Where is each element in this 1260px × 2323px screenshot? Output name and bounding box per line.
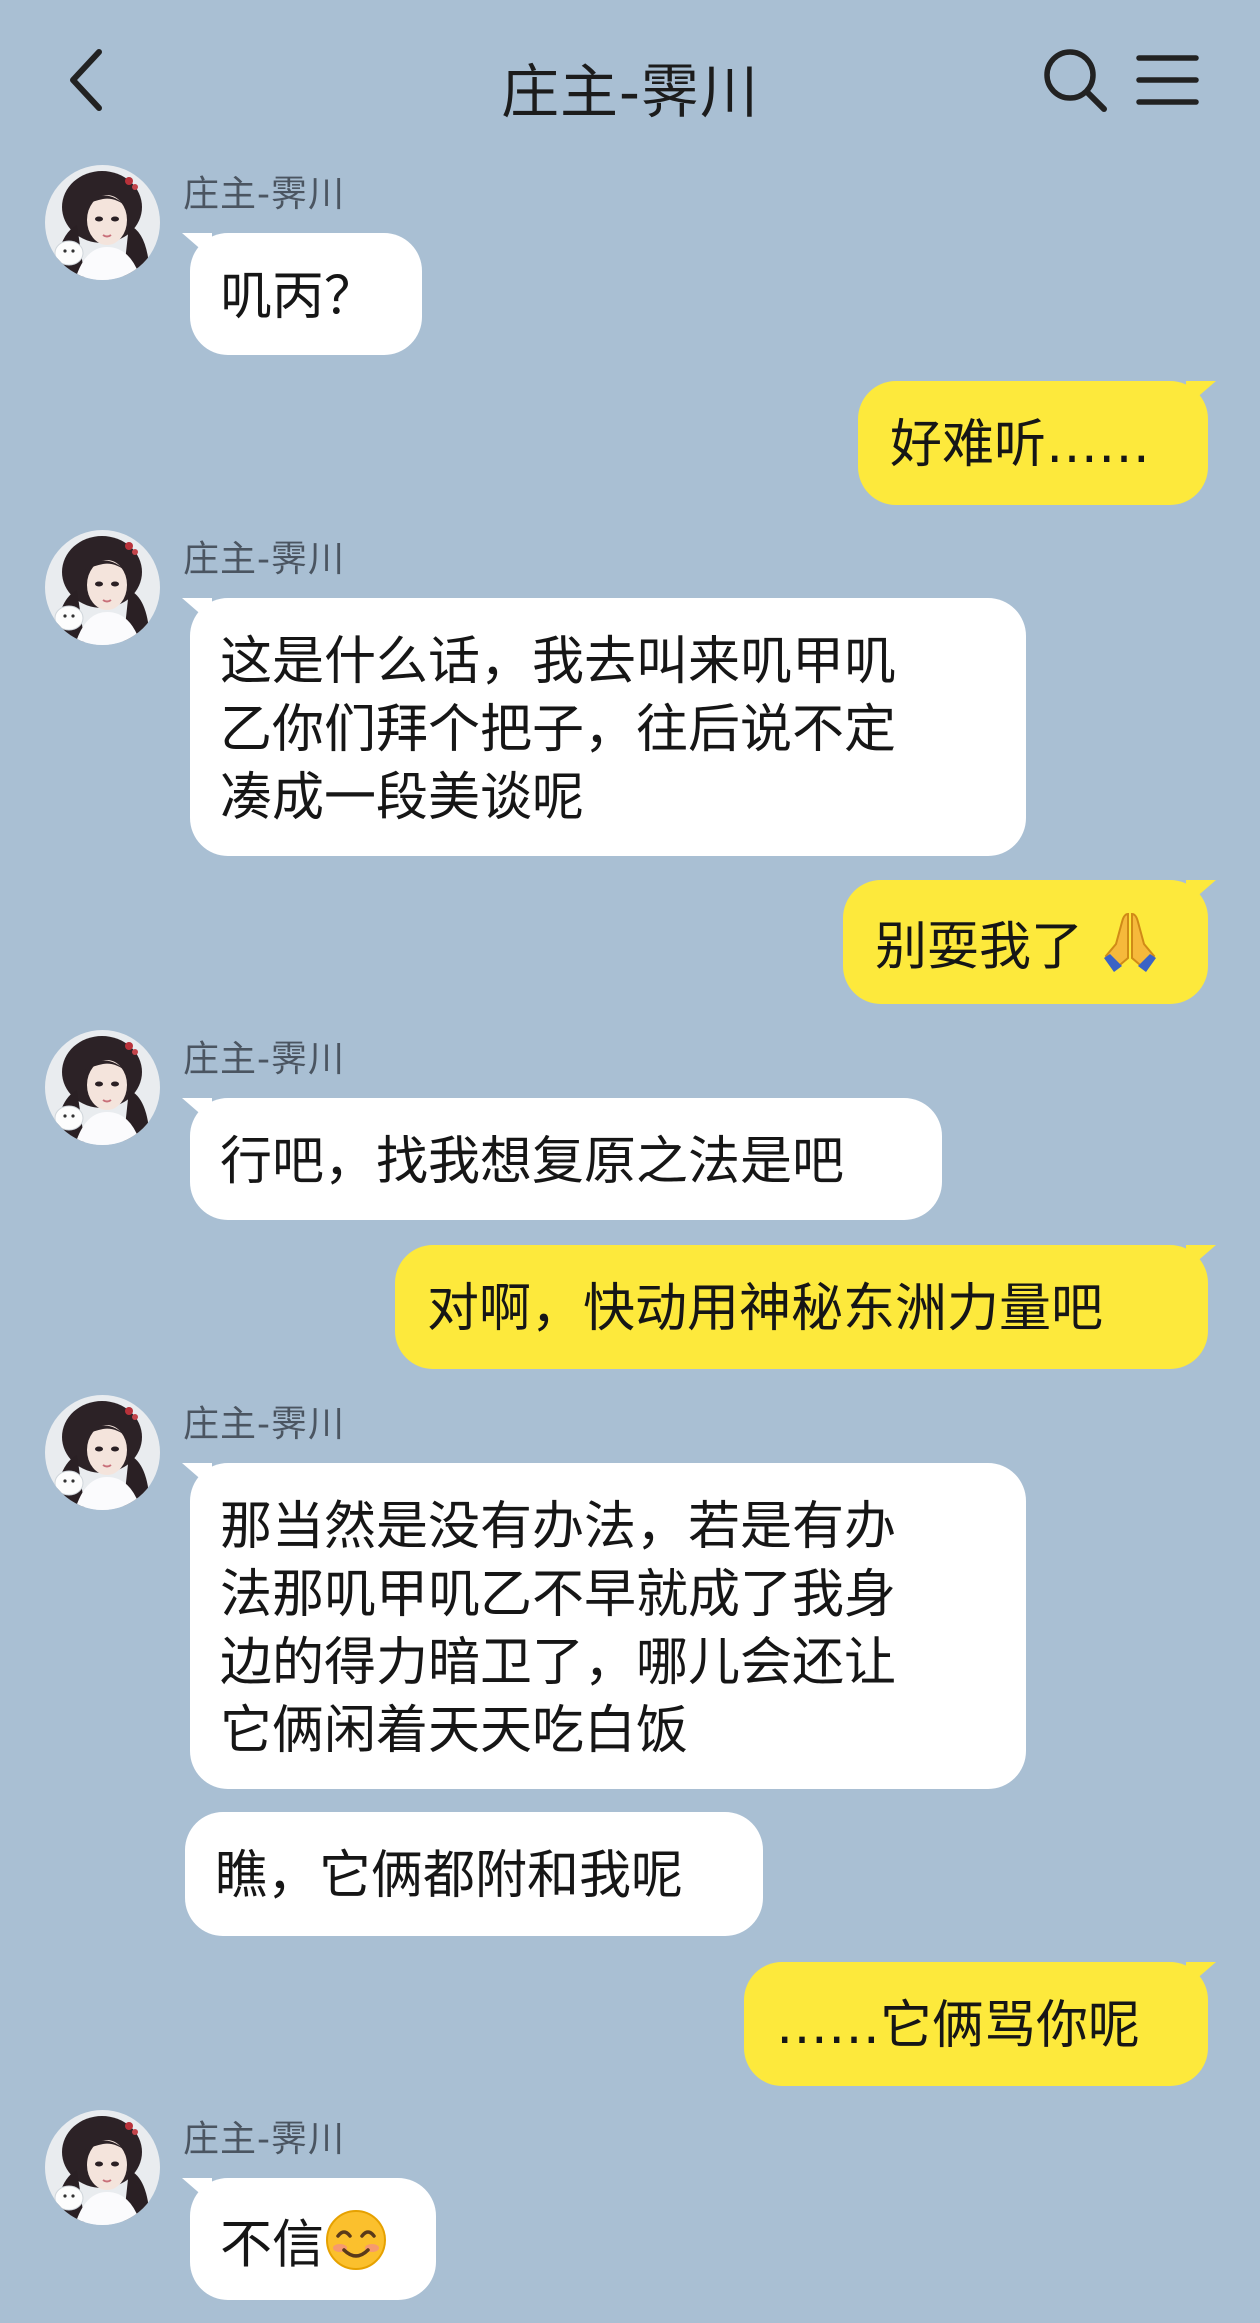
avatar-image xyxy=(45,165,160,280)
sender-name: 庄主-霁川 xyxy=(183,1404,345,1445)
search-button[interactable] xyxy=(1040,45,1110,115)
sender-name: 庄主-霁川 xyxy=(183,2119,345,2160)
message-bubble[interactable]: 那当然是没有办法，若是有办 法那叽甲叽乙不早就成了我身 边的得力暗卫了，哪儿会还… xyxy=(190,1463,1026,1789)
avatar[interactable] xyxy=(45,1030,160,1145)
message-bubble[interactable]: ……它俩骂你呢 xyxy=(744,1962,1208,2086)
message-bubble[interactable]: 这是什么话，我去叫来叽甲叽 乙你们拜个把子，往后说不定 凑成一段美谈呢 xyxy=(190,598,1026,856)
message-bubble[interactable]: 行吧，找我想复原之法是吧 xyxy=(190,1098,942,1220)
message-bubble[interactable]: 对啊，快动用神秘东洲力量吧 xyxy=(395,1245,1208,1369)
smiling-face-emoji xyxy=(324,2208,388,2289)
avatar-image xyxy=(45,530,160,645)
message-text: 别耍我了 xyxy=(875,917,1084,978)
message-bubble[interactable]: 叽丙？ xyxy=(190,233,422,355)
sender-name: 庄主-霁川 xyxy=(183,174,345,215)
message-bubble[interactable]: 好难听…… xyxy=(858,381,1208,505)
avatar[interactable] xyxy=(45,530,160,645)
search-icon xyxy=(1044,49,1107,112)
folded-hands-emoji xyxy=(1100,910,1160,991)
avatar-image xyxy=(45,2110,160,2225)
avatar[interactable] xyxy=(45,1395,160,1510)
avatar-image xyxy=(45,1030,160,1145)
back-button[interactable] xyxy=(55,40,115,120)
avatar[interactable] xyxy=(45,165,160,280)
chevron-left-icon xyxy=(70,49,102,111)
menu-icon xyxy=(1136,55,1199,105)
message-bubble[interactable]: 别耍我了 xyxy=(843,880,1208,1004)
avatar-image xyxy=(45,1395,160,1510)
message-bubble[interactable]: 瞧，它俩都附和我呢 xyxy=(185,1812,763,1936)
avatar[interactable] xyxy=(45,2110,160,2225)
chat-header: 庄主-霁川 xyxy=(0,0,1260,160)
message-bubble[interactable]: 不信 xyxy=(190,2178,436,2300)
sender-name: 庄主-霁川 xyxy=(183,539,345,580)
message-text: 不信 xyxy=(220,2215,325,2276)
sender-name: 庄主-霁川 xyxy=(183,1039,345,1080)
menu-button[interactable] xyxy=(1135,50,1200,110)
